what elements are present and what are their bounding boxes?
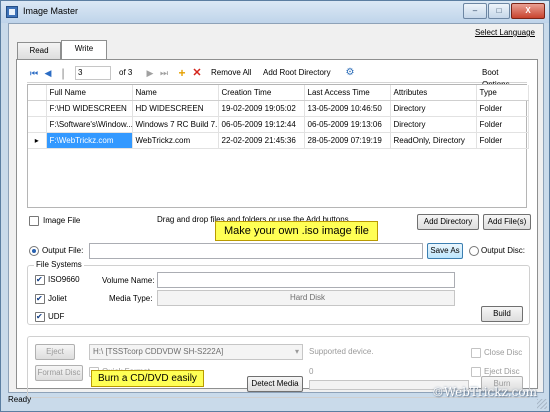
cell-last-access-time[interactable]: 06-05-2009 19:13:06 [304,116,391,133]
grid-header-row: Full Name Name Creation Time Last Access… [28,85,529,101]
title-bar[interactable]: Image Master – □ X [1,1,549,23]
cell-attributes[interactable]: ReadOnly, Directory [390,132,477,149]
supported-device-text: Supported device. [309,347,374,356]
watermark: ©WebTrickz.com [431,385,537,399]
current-row-arrow-icon[interactable]: ▸ [28,132,47,149]
detect-media-button[interactable]: Detect Media [247,376,303,392]
cell-creation-time[interactable]: 22-02-2009 21:45:36 [218,132,305,149]
cell-full-name[interactable]: F:\Software's\Window... [46,116,133,133]
row-header-corner [28,85,47,101]
format-disc-button[interactable]: Format Disc [35,365,83,381]
udf-label: UDF [48,312,65,321]
write-panel: ⏮ ◀ | 3 of 3 ▶ ⏭ + ✕ Remove All Add Root… [16,59,538,398]
output-file-radio[interactable] [29,246,39,256]
table-row-selected[interactable]: ▸ F:\WebTrickz.com WebTrickz.com 22-02-2… [28,132,529,149]
drive-select-value: H:\ [TSSTcorp CDDVDW SH-S222A] [93,347,224,356]
cell-full-name[interactable]: F:\HD WIDESCREEN [46,100,133,117]
image-file-checkbox[interactable] [29,216,39,226]
cell-name[interactable]: HD WIDESCREEN [132,100,219,117]
delete-icon[interactable]: ✕ [192,68,202,79]
status-bar-text: Ready [8,395,32,404]
first-page-icon[interactable]: ⏮ [29,68,39,78]
row-selector[interactable] [28,100,47,117]
output-file-input[interactable] [89,243,423,259]
cell-type[interactable]: Folder [476,100,529,117]
cell-name[interactable]: WebTrickz.com [132,132,219,149]
media-type-label: Media Type: [109,294,153,303]
next-page-icon[interactable]: ▶ [145,68,155,78]
close-disc-checkbox[interactable] [471,348,481,358]
page-total: of 3 [119,68,133,77]
iso9660-checkbox[interactable] [35,275,45,285]
column-header-full-name[interactable]: Full Name [46,85,133,101]
eject-disc-checkbox[interactable] [471,367,481,377]
column-header-type[interactable]: Type [476,85,529,101]
image-file-label: Image File [43,216,81,225]
output-file-label: Output File: [42,246,84,255]
cell-name[interactable]: Windows 7 RC Build 7... [132,116,219,133]
column-header-attributes[interactable]: Attributes [390,85,477,101]
resize-grip-icon[interactable] [537,399,547,409]
last-page-icon[interactable]: ⏭ [159,68,169,78]
cell-type[interactable]: Folder [476,132,529,149]
cell-creation-time[interactable]: 06-05-2009 19:12:44 [218,116,305,133]
file-systems-title: File Systems [34,260,84,269]
tab-read[interactable]: Read [17,42,61,60]
column-header-creation-time[interactable]: Creation Time [218,85,305,101]
table-row[interactable]: F:\HD WIDESCREEN HD WIDESCREEN 19-02-200… [28,100,529,117]
column-header-last-access-time[interactable]: Last Access Time [304,85,391,101]
remove-all-button[interactable]: Remove All [211,67,251,79]
volume-name-label: Volume Name: [102,276,155,285]
window-title: Image Master [23,6,79,16]
cell-last-access-time[interactable]: 28-05-2009 07:19:19 [304,132,391,149]
tab-write[interactable]: Write [61,40,107,60]
output-disc-label: Output Disc: [481,246,526,255]
udf-checkbox[interactable] [35,312,45,322]
add-root-directory-button[interactable]: Add Root Directory [263,67,331,79]
minimize-button[interactable]: – [463,3,487,19]
joliet-label: Joliet [48,294,67,303]
page-number-input[interactable]: 3 [75,66,111,80]
cell-attributes[interactable]: Directory [390,116,477,133]
close-disc-label: Close Disc [484,348,523,357]
save-as-button[interactable]: Save As [427,243,463,259]
progress-value: 0 [309,367,314,376]
joliet-checkbox[interactable] [35,294,45,304]
eject-button[interactable]: Eject [35,344,75,360]
toolbar: ⏮ ◀ | 3 of 3 ▶ ⏭ + ✕ Remove All Add Root… [27,65,527,89]
column-header-name[interactable]: Name [132,85,219,101]
volume-name-input[interactable] [157,272,455,288]
separator-icon: | [61,66,65,80]
dropdown-arrow-icon[interactable]: ▾ [295,345,299,359]
iso9660-label: ISO9660 [48,275,80,284]
drive-select[interactable]: H:\ [TSSTcorp CDDVDW SH-S222A] ▾ [89,344,303,360]
file-grid[interactable]: Full Name Name Creation Time Last Access… [27,84,529,208]
media-type-field: Hard Disk [157,290,455,306]
table-row[interactable]: F:\Software's\Window... Windows 7 RC Bui… [28,116,529,133]
cell-attributes[interactable]: Directory [390,100,477,117]
burn-disc-callout: Burn a CD/DVD easily [91,370,204,387]
select-language-link[interactable]: Select Language [475,28,535,37]
close-button[interactable]: X [511,3,545,19]
cell-full-name[interactable]: F:\WebTrickz.com [46,132,133,149]
settings-gear-icon[interactable]: ⚙ [345,68,355,78]
row-selector[interactable] [28,116,47,133]
cell-type[interactable]: Folder [476,116,529,133]
cell-last-access-time[interactable]: 13-05-2009 10:46:50 [304,100,391,117]
main-panel: Select Language Read Write ⏮ ◀ | 3 of 3 … [8,23,544,398]
output-disc-radio[interactable] [469,246,479,256]
maximize-button[interactable]: □ [488,3,510,19]
previous-page-icon[interactable]: ◀ [43,68,53,78]
app-icon [6,6,18,18]
add-directory-button[interactable]: Add Directory [417,214,479,230]
add-icon[interactable]: + [177,67,187,79]
iso-image-callout: Make your own .iso image file [215,221,378,241]
add-files-button[interactable]: Add File(s) [483,214,531,230]
cell-creation-time[interactable]: 19-02-2009 19:05:02 [218,100,305,117]
app-window: Image Master – □ X Select Language Read … [0,0,550,412]
build-button[interactable]: Build [481,306,523,322]
